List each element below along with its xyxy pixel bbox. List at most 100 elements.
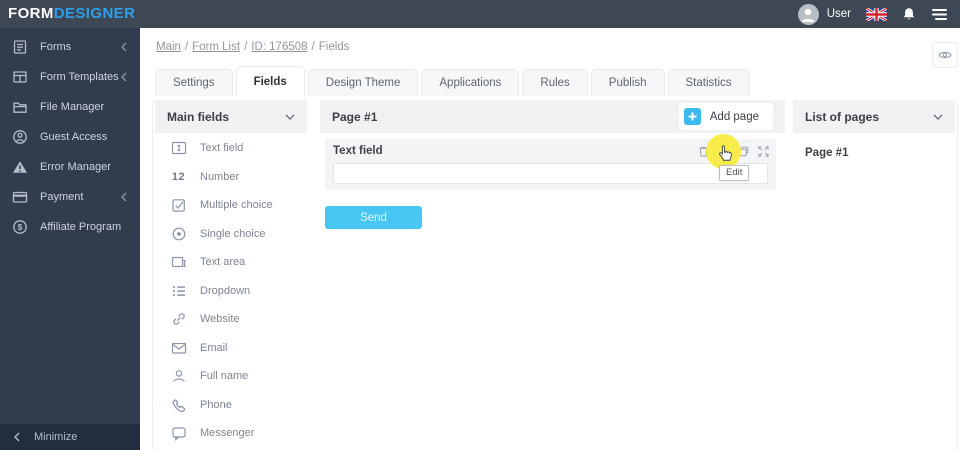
tab-fields[interactable]: Fields <box>235 66 305 96</box>
tab-applications[interactable]: Applications <box>421 69 520 96</box>
field-type-label: Website <box>200 313 240 326</box>
messenger-icon <box>170 425 187 442</box>
chevron-left-icon <box>14 432 20 442</box>
field-type-full-name[interactable]: Full name <box>155 362 307 391</box>
page-canvas-panel: Page #1 Add page Text field Edit Send <box>320 100 785 229</box>
topbar-actions: User <box>797 3 960 25</box>
field-type-label: Number <box>200 170 240 183</box>
forms-icon <box>12 39 28 55</box>
sidebar-item-payment[interactable]: Payment <box>0 182 140 212</box>
field-type-label: Dropdown <box>200 284 251 297</box>
plus-icon <box>683 108 701 125</box>
file-manager-icon <box>12 99 28 115</box>
sidebar-item-label: Payment <box>40 191 84 203</box>
chevron-down-icon <box>285 114 295 120</box>
tab-design-theme[interactable]: Design Theme <box>307 69 419 96</box>
breadcrumb-form-list[interactable]: Form List <box>192 41 240 53</box>
sidebar-item-label: Error Manager <box>40 161 111 173</box>
field-type-label: Full name <box>200 370 249 383</box>
sidebar-item-file-manager[interactable]: File Manager <box>0 92 140 122</box>
fields-panel-header[interactable]: Main fields <box>155 100 307 133</box>
chevron-down-icon <box>933 114 943 120</box>
sidebar-item-label: Forms <box>40 41 72 53</box>
preview-eye-button[interactable] <box>932 42 958 68</box>
sidebar-minimize-button[interactable]: Minimize <box>0 424 140 450</box>
page-list-item[interactable]: Page #1 <box>793 133 955 159</box>
breadcrumb-main[interactable]: Main <box>156 41 181 53</box>
right-panel-divider <box>957 100 958 450</box>
menu-hamburger-icon[interactable] <box>931 8 948 21</box>
field-type-label: Phone <box>200 398 232 411</box>
user-menu[interactable]: User <box>797 3 851 25</box>
formdesigner-app: FORMDESIGNER User Forms Form Templates F… <box>0 0 960 450</box>
form-field-card[interactable]: Text field Edit <box>325 134 776 190</box>
guest-access-icon <box>12 129 28 145</box>
error-manager-icon <box>12 159 28 175</box>
text-area-icon <box>170 254 187 271</box>
sidebar-item-affiliate-program[interactable]: $ Affiliate Program <box>0 212 140 242</box>
pages-panel: List of pages Page #1 <box>793 100 955 159</box>
field-type-label: Multiple choice <box>200 199 273 212</box>
tab-rules[interactable]: Rules <box>522 69 588 96</box>
topbar: FORMDESIGNER User <box>0 0 960 28</box>
notifications-bell-icon[interactable] <box>902 7 916 22</box>
dropdown-icon <box>170 282 187 299</box>
number-icon: 12 <box>171 170 186 183</box>
field-type-text-area[interactable]: Text area <box>155 248 307 277</box>
sidebar-item-forms[interactable]: Forms <box>0 32 140 62</box>
sidebar-item-error-manager[interactable]: Error Manager <box>0 152 140 182</box>
form-field-label: Text field <box>333 145 383 157</box>
breadcrumb-current: Fields <box>318 41 350 53</box>
page-title: Page #1 <box>332 109 378 124</box>
field-type-number[interactable]: 12 Number <box>155 163 307 192</box>
breadcrumb-form-id[interactable]: ID: 176508 <box>251 41 307 53</box>
eye-icon <box>938 48 952 62</box>
form-tabs: Settings Fields Design Theme Application… <box>155 66 753 96</box>
sidebar-item-label: File Manager <box>40 101 105 113</box>
email-icon <box>170 339 187 356</box>
field-type-list: Text field 12 Number Multiple choice Sin… <box>155 133 307 448</box>
field-type-label: Messenger <box>200 427 255 440</box>
user-avatar-icon <box>797 3 819 25</box>
form-templates-icon <box>12 69 28 85</box>
full-name-icon <box>170 368 187 385</box>
main-area: Main / Form List / ID: 176508/Fields Setting… <box>140 28 960 450</box>
sidebar-nav: Forms Form Templates File Manager Guest … <box>0 28 140 242</box>
field-type-email[interactable]: Email <box>155 334 307 363</box>
sidebar-item-label: Guest Access <box>40 131 108 143</box>
user-name: User <box>826 8 851 20</box>
logo-text-form: FORM <box>8 5 54 22</box>
field-type-website[interactable]: Website <box>155 305 307 334</box>
expand-icon[interactable] <box>757 145 770 158</box>
breadcrumb-separator: / <box>244 41 248 53</box>
add-page-button[interactable]: Add page <box>678 103 773 130</box>
chevron-left-icon <box>121 72 127 82</box>
field-type-phone[interactable]: Phone <box>155 391 307 420</box>
field-type-messenger[interactable]: Messenger <box>155 419 307 448</box>
app-logo[interactable]: FORMDESIGNER <box>8 0 135 28</box>
text-field-input[interactable] <box>333 163 768 184</box>
breadcrumb-bar: Main / Form List / ID: 176508/Fields <box>140 28 960 66</box>
tab-publish[interactable]: Publish <box>590 69 665 96</box>
field-type-multiple-choice[interactable]: Multiple choice <box>155 191 307 220</box>
field-type-label: Email <box>200 341 228 354</box>
tab-statistics[interactable]: Statistics <box>667 69 750 96</box>
send-button[interactable]: Send <box>325 206 422 229</box>
sidebar-item-form-templates[interactable]: Form Templates <box>0 62 140 92</box>
field-type-single-choice[interactable]: Single choice <box>155 220 307 249</box>
minimize-label: Minimize <box>34 431 78 443</box>
affiliate-program-icon: $ <box>12 219 28 235</box>
language-flag-uk-icon[interactable] <box>866 7 887 21</box>
chevron-left-icon <box>121 42 127 52</box>
pages-panel-header[interactable]: List of pages <box>793 100 955 133</box>
field-type-text-field[interactable]: Text field <box>155 134 307 163</box>
sidebar-item-guest-access[interactable]: Guest Access <box>0 122 140 152</box>
fields-panel-title: Main fields <box>167 109 230 124</box>
chevron-left-icon <box>121 192 127 202</box>
hand-cursor-icon <box>717 144 733 163</box>
field-type-dropdown[interactable]: Dropdown <box>155 277 307 306</box>
tab-settings[interactable]: Settings <box>155 69 233 96</box>
field-type-label: Text area <box>200 256 246 269</box>
payment-icon <box>12 189 28 205</box>
single-choice-icon <box>170 225 187 242</box>
